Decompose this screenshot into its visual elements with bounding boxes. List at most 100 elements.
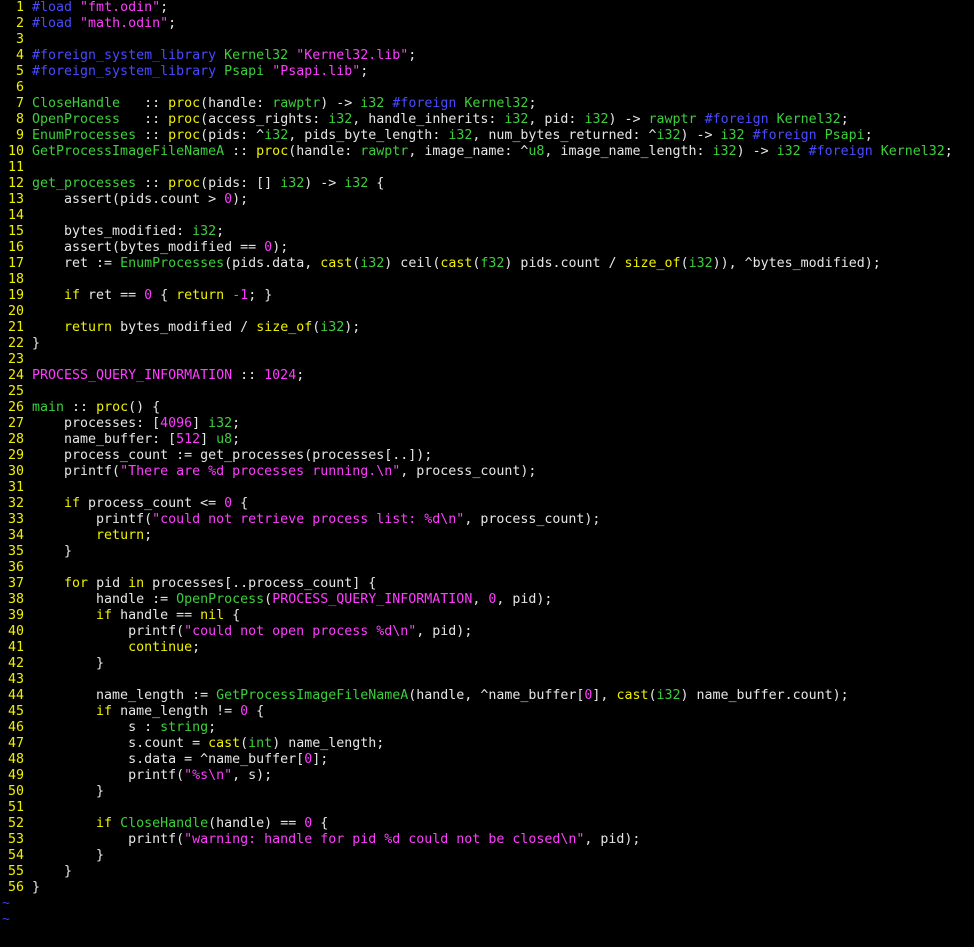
code-text: if ret == 0 { return -1; } bbox=[32, 288, 272, 304]
code-line[interactable]: 23 bbox=[0, 352, 974, 368]
code-line[interactable]: 7 CloseHandle :: proc(handle: rawptr) -> … bbox=[0, 96, 974, 112]
code-token: #load bbox=[32, 16, 81, 31]
code-line[interactable]: 27 processes: [4096] i32; bbox=[0, 416, 974, 432]
code-line[interactable]: 14 bbox=[0, 208, 974, 224]
code-token: , process_count); bbox=[400, 464, 537, 479]
code-line[interactable]: 2 #load "math.odin"; bbox=[0, 16, 974, 32]
code-line[interactable]: 21 return bytes_modified / size_of(i32); bbox=[0, 320, 974, 336]
code-line[interactable]: 51 bbox=[0, 800, 974, 816]
line-number: 24 bbox=[7, 368, 24, 383]
code-line[interactable]: 33 printf("could not retrieve process li… bbox=[0, 512, 974, 528]
code-token: nil bbox=[200, 608, 225, 623]
code-line[interactable]: 38 handle := OpenProcess(PROCESS_QUERY_I… bbox=[0, 592, 974, 608]
code-line[interactable]: 16 assert(bytes_modified == 0); bbox=[0, 240, 974, 256]
code-token: if bbox=[64, 496, 81, 511]
code-line[interactable]: 5 #foreign_system_library Psapi "Psapi.li… bbox=[0, 64, 974, 80]
code-token: "could not open process %d\n" bbox=[184, 624, 417, 639]
code-line[interactable]: 29 process_count := get_processes(proces… bbox=[0, 448, 974, 464]
code-line[interactable]: 25 bbox=[0, 384, 974, 400]
line-number: 43 bbox=[7, 672, 24, 687]
code-line[interactable]: 32 if process_count <= 0 { bbox=[0, 496, 974, 512]
code-token: ( bbox=[264, 592, 273, 607]
code-line[interactable]: 48 s.data = ^name_buffer[0]; bbox=[0, 752, 974, 768]
code-line[interactable]: 30 printf("There are %d processes runnin… bbox=[0, 464, 974, 480]
code-line[interactable]: 9 EnumProcesses :: proc(pids: ^i32, pids_… bbox=[0, 128, 974, 144]
code-text: if process_count <= 0 { bbox=[32, 496, 248, 512]
code-token: i32 bbox=[656, 128, 681, 143]
line-number: 48 bbox=[7, 752, 24, 767]
code-token: i32 bbox=[776, 144, 801, 159]
line-number: 14 bbox=[7, 208, 24, 223]
code-line[interactable]: 43 bbox=[0, 672, 974, 688]
code-line[interactable]: 11 bbox=[0, 160, 974, 176]
code-line[interactable]: 26 main :: proc() { bbox=[0, 400, 974, 416]
code-line[interactable]: 4 #foreign_system_library Kernel32 "Kerne… bbox=[0, 48, 974, 64]
code-token: pid bbox=[88, 576, 129, 591]
code-line[interactable]: 19 if ret == 0 { return -1; } bbox=[0, 288, 974, 304]
code-line[interactable]: 35 } bbox=[0, 544, 974, 560]
line-number: 13 bbox=[7, 192, 24, 207]
code-line[interactable]: 12 get_processes :: proc(pids: [] i32) ->… bbox=[0, 176, 974, 192]
code-line[interactable]: 54 } bbox=[0, 848, 974, 864]
code-text: printf("%s\n", s); bbox=[32, 768, 272, 784]
code-token: in bbox=[128, 576, 145, 591]
line-number: 40 bbox=[7, 624, 24, 639]
code-token: :: bbox=[232, 368, 265, 383]
code-line[interactable]: 6 bbox=[0, 80, 974, 96]
code-line[interactable]: 50 } bbox=[0, 784, 974, 800]
code-text: CloseHandle :: proc(handle: rawptr) -> i… bbox=[32, 96, 536, 112]
code-token: handle == bbox=[112, 608, 201, 623]
code-line[interactable]: 13 assert(pids.count > 0); bbox=[0, 192, 974, 208]
code-line[interactable]: 39 if handle == nil { bbox=[0, 608, 974, 624]
code-token: ); bbox=[232, 192, 249, 207]
code-line[interactable]: 40 printf("could not open process %d\n",… bbox=[0, 624, 974, 640]
code-line[interactable]: 37 for pid in processes[..process_count]… bbox=[0, 576, 974, 592]
code-line[interactable]: 17 ret := EnumProcesses(pids.data, cast (… bbox=[0, 256, 974, 272]
code-line[interactable]: 44 name_length := GetProcessImageFileNam… bbox=[0, 688, 974, 704]
code-line[interactable]: 36 bbox=[0, 560, 974, 576]
code-line[interactable]: 56} bbox=[0, 880, 974, 896]
code-token: "%s\n" bbox=[184, 768, 233, 783]
code-token: ; bbox=[296, 368, 305, 383]
code-line[interactable]: 49 printf("%s\n", s); bbox=[0, 768, 974, 784]
code-line[interactable]: 10 GetProcessImageFileNameA :: proc(handl… bbox=[0, 144, 974, 160]
line-number: 28 bbox=[7, 432, 24, 447]
line-number: 25 bbox=[7, 384, 24, 399]
code-text: bytes_modified: i32; bbox=[32, 224, 224, 240]
code-line[interactable]: 31 bbox=[0, 480, 974, 496]
line-number: 35 bbox=[7, 544, 24, 559]
code-line[interactable]: 1 #load "fmt.odin"; bbox=[0, 0, 974, 16]
code-token: process_count <= bbox=[80, 496, 225, 511]
code-line[interactable]: 24 PROCESS_QUERY_INFORMATION :: 1024; bbox=[0, 368, 974, 384]
code-line[interactable]: 45 if name_length != 0 { bbox=[0, 704, 974, 720]
code-line[interactable]: 52 if CloseHandle(handle) == 0 { bbox=[0, 816, 974, 832]
code-token: ret := bbox=[32, 256, 121, 271]
line-number: 20 bbox=[7, 304, 24, 319]
code-line[interactable]: 18 bbox=[0, 272, 974, 288]
code-line[interactable]: 28 name_buffer: [512] u8; bbox=[0, 432, 974, 448]
code-line[interactable]: 34 return; bbox=[0, 528, 974, 544]
code-line[interactable]: 46 s : string; bbox=[0, 720, 974, 736]
code-line[interactable]: 42 } bbox=[0, 656, 974, 672]
code-line[interactable]: 20 bbox=[0, 304, 974, 320]
code-token: i32 bbox=[688, 256, 713, 271]
code-line[interactable]: 8 OpenProcess :: proc(access_rights: i32,… bbox=[0, 112, 974, 128]
code-line[interactable]: 53 printf("warning: handle for pid %d co… bbox=[0, 832, 974, 848]
line-number: 18 bbox=[7, 272, 24, 287]
code-token: Psapi bbox=[224, 64, 273, 79]
code-line[interactable]: 15 bytes_modified: i32; bbox=[0, 224, 974, 240]
code-editor[interactable]: 1 #load "fmt.odin"; 2 #load "math.odin"; 3 4 #… bbox=[0, 0, 974, 947]
code-token: "math.odin" bbox=[80, 16, 169, 31]
code-line[interactable]: 22} bbox=[0, 336, 974, 352]
code-line[interactable]: 47 s.count = cast(int) name_length; bbox=[0, 736, 974, 752]
code-text: return; bbox=[32, 528, 152, 544]
code-line[interactable]: 41 continue; bbox=[0, 640, 974, 656]
code-token: s.count = bbox=[32, 736, 209, 751]
code-text: PROCESS_QUERY_INFORMATION :: 1024; bbox=[32, 368, 304, 384]
gutter-gap bbox=[24, 592, 32, 608]
code-line[interactable]: 55 } bbox=[0, 864, 974, 880]
code-line[interactable]: 3 bbox=[0, 32, 974, 48]
code-token: i32 bbox=[656, 688, 681, 703]
